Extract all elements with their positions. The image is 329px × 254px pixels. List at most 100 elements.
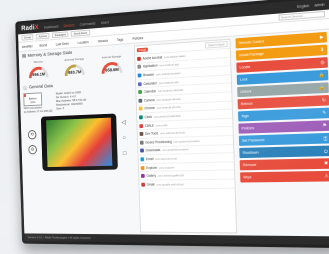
- app-name: Device Provisioning: [145, 139, 172, 145]
- action-icon: ⚑: [322, 122, 327, 128]
- app-search-input[interactable]: Search Apps: [204, 40, 228, 49]
- app-name: Browser: [143, 72, 155, 78]
- action-label: Policies: [241, 126, 255, 131]
- app-icon: [140, 148, 144, 153]
- app-icon: [140, 165, 145, 170]
- app-icon: [140, 174, 145, 178]
- general-data: Battery 10% Wi-fi Connected Ip Address 1…: [23, 88, 130, 114]
- app-icon: [140, 157, 145, 162]
- app-package: com.cmile: [155, 122, 168, 128]
- app-package: com.android.email: [155, 156, 177, 161]
- info-icon: ⓘ: [23, 86, 28, 92]
- app-icon: [139, 132, 144, 137]
- storage-gauge: Memory 656.1M: [22, 59, 55, 82]
- app-package: com.android.deskclock: [153, 113, 181, 119]
- app-icon: [137, 81, 142, 86]
- action-label: Locate: [239, 64, 251, 70]
- action-button[interactable]: Tags ✎: [237, 107, 329, 122]
- install-app-button[interactable]: Install: [136, 47, 148, 53]
- monitor-frame: RadiX Dashboard Devices Commands Users Engl…: [15, 0, 329, 249]
- device-actions: Remote Control ▶ Install Package ⬇ Locate ◎ Lo…: [232, 30, 329, 237]
- gauge-dial: 683.7M: [63, 61, 86, 78]
- action-label: Install Package: [238, 51, 264, 58]
- app-package: com.google.android.gm: [156, 181, 185, 187]
- app-rows: Adobe Acrobat com.adobe.reader Application…: [135, 48, 235, 190]
- action-label: Set Password: [241, 138, 265, 143]
- storage-gauge: External Storage 683.7M: [58, 56, 92, 79]
- remote-screen[interactable]: [46, 117, 113, 168]
- toolbar-chip[interactable]: Group: [21, 34, 34, 41]
- filter-item[interactable]: Tags: [117, 37, 124, 41]
- main-area: ▤ Memory & Storage Stats Memory 656.1M Ext…: [19, 30, 329, 237]
- top-menu-item[interactable]: Devices: [64, 23, 75, 28]
- footer: Version 2.0.1 • Radix Technologies • All…: [24, 233, 329, 245]
- action-label: Lock: [239, 77, 248, 82]
- app-logo: RadiX: [21, 24, 39, 33]
- app-name: Gmail: [146, 182, 155, 187]
- app-icon: [139, 115, 143, 120]
- app-icon: [137, 56, 141, 61]
- filter-item[interactable]: Policies: [132, 36, 143, 41]
- app-name: Calendar: [143, 89, 156, 94]
- app-package: com.android.gallery3d: [157, 173, 184, 178]
- top-right: English admin: [297, 2, 325, 8]
- action-icon: 🔓: [319, 84, 326, 91]
- action-icon: ✖: [323, 160, 329, 166]
- action-icon: ▶: [319, 34, 324, 40]
- gauge-dial: 656.1M: [27, 64, 49, 80]
- app-package: com.adobe.reader: [163, 53, 186, 60]
- zoom-icon[interactable]: ⊖: [28, 144, 37, 155]
- filter-item[interactable]: Last Seen: [56, 41, 69, 46]
- action-label: Remote Control: [238, 39, 265, 46]
- app-name: Calculator: [143, 80, 157, 86]
- action-label: Remove: [242, 162, 257, 168]
- recents-icon[interactable]: □: [121, 150, 129, 158]
- home-icon[interactable]: ○: [120, 134, 128, 142]
- app-name: Application: [142, 63, 158, 69]
- apps-panel: Install Search Apps Adobe Acrobat com.ado…: [132, 37, 239, 236]
- back-icon[interactable]: ◁: [120, 119, 128, 127]
- top-menu-item[interactable]: Dashboard: [44, 24, 59, 29]
- top-menu-item[interactable]: Commands: [80, 21, 96, 26]
- app-name: CMILE: [144, 123, 155, 128]
- top-menu-item[interactable]: Users: [101, 20, 109, 25]
- action-icon: ↻: [321, 97, 326, 103]
- app-package: com.android.devtools: [159, 130, 186, 136]
- app-screen: RadiX Dashboard Devices Commands Users Engl…: [17, 0, 329, 245]
- filter-item[interactable]: Version: [98, 38, 108, 43]
- app-icon: [137, 64, 142, 70]
- app-name: Adobe Acrobat: [142, 55, 163, 61]
- app-name: Dev Tools: [145, 131, 159, 136]
- action-icon: ✎: [322, 109, 327, 116]
- toolbar-chip[interactable]: Actions: [35, 32, 50, 40]
- rotate-left-icon[interactable]: ⟲: [27, 129, 37, 140]
- toolbar-chip[interactable]: Send Alerts: [71, 29, 90, 37]
- app-icon: [138, 106, 143, 111]
- filter-item[interactable]: Brand: [39, 43, 47, 47]
- app-package: com.android.browser: [155, 71, 181, 77]
- user-menu[interactable]: admin: [314, 2, 324, 7]
- size-row: Size: 9: [56, 106, 65, 111]
- action-button[interactable]: Shutdown ⏻: [239, 145, 329, 159]
- device-preview: ⟲ ⊖ ◁ ○ □: [24, 113, 129, 175]
- memory-icon: ▤: [22, 54, 27, 60]
- tablet-mockup: [40, 113, 118, 171]
- action-button[interactable]: Wipe ⚠: [240, 170, 329, 183]
- device-info-panel: ▤ Memory & Storage Stats Memory 656.1M Ext…: [19, 44, 139, 235]
- app-package: com.android.calc: [158, 79, 179, 85]
- language-selector[interactable]: English: [297, 3, 309, 8]
- action-button[interactable]: Policies ⚑: [238, 120, 329, 134]
- device-identifier-filter[interactable]: Identifier: [22, 44, 33, 49]
- apps-list: Install Search Apps Adobe Acrobat com.ado…: [133, 38, 238, 234]
- filter-item[interactable]: Location: [78, 40, 89, 45]
- gauge-dial: 658.6M: [100, 59, 124, 76]
- app-name: Explorer: [146, 165, 158, 170]
- app-icon: [141, 182, 146, 187]
- toolbar-chip[interactable]: Packages: [51, 31, 69, 39]
- app-package: com.android.providers: [162, 147, 189, 153]
- action-label: Reboot: [240, 101, 253, 107]
- action-button[interactable]: Remove ✖: [239, 158, 329, 171]
- app-row[interactable]: Gmail com.google.android.gm: [139, 179, 235, 190]
- action-button[interactable]: Set Password ⚿: [238, 132, 329, 146]
- action-icon: ⚠: [324, 173, 329, 179]
